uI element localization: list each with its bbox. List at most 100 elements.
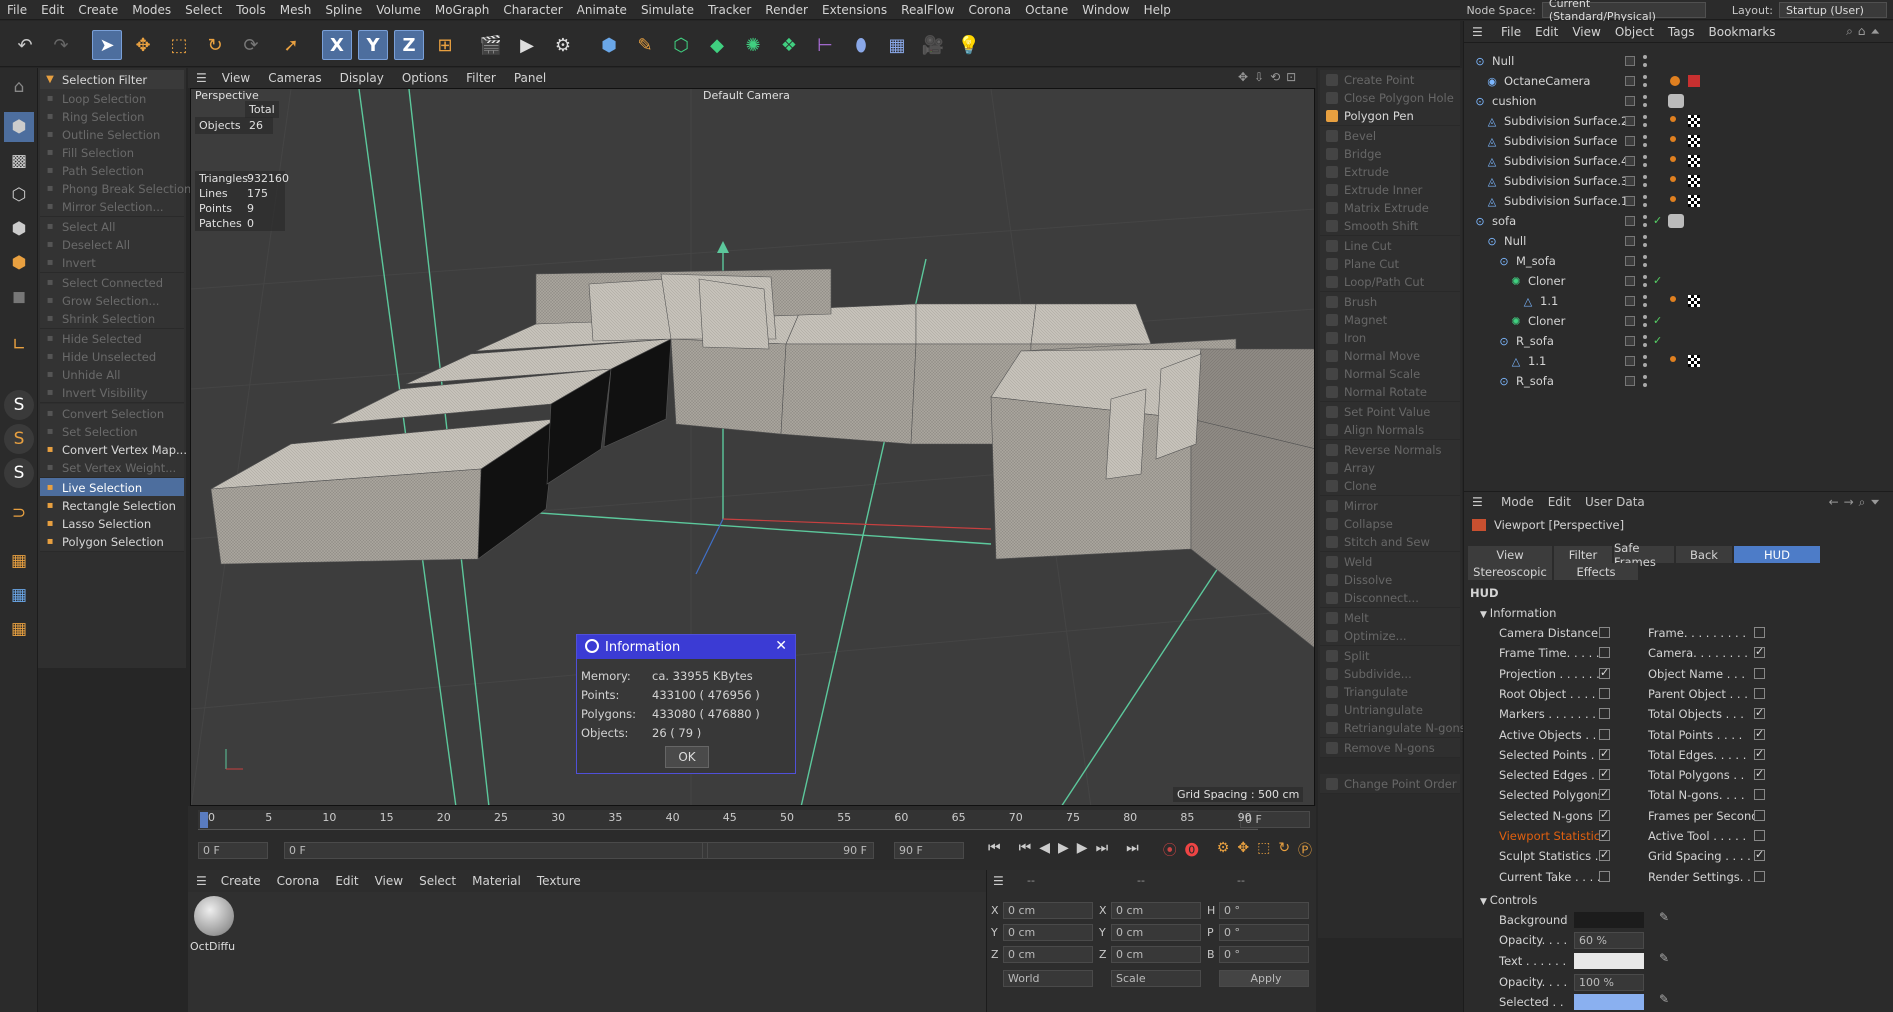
selected-eyedropper-icon[interactable]: ✎ bbox=[1659, 992, 1669, 1006]
view-menu-filter[interactable]: Filter bbox=[457, 71, 505, 85]
hud-checkbox[interactable] bbox=[1599, 808, 1610, 821]
menu-help[interactable]: Help bbox=[1137, 3, 1178, 17]
menu-select[interactable]: Select bbox=[178, 3, 229, 17]
controls-group[interactable]: ▼ Controls bbox=[1480, 893, 1537, 907]
material-thumbnail[interactable] bbox=[194, 896, 234, 936]
hud-checkbox[interactable] bbox=[1599, 767, 1610, 781]
visibility-toggle[interactable] bbox=[1625, 76, 1635, 86]
visibility-toggle[interactable] bbox=[1625, 376, 1635, 386]
object-name[interactable]: Subdivision Surface.2 bbox=[1504, 114, 1628, 128]
record-icon[interactable]: ⦿ bbox=[1163, 840, 1177, 860]
render-tag[interactable] bbox=[1688, 75, 1700, 87]
material-tag[interactable] bbox=[1688, 175, 1700, 187]
visibility-toggle[interactable] bbox=[1625, 256, 1635, 266]
render-visibility-dot[interactable] bbox=[1643, 283, 1647, 287]
view-menu-view[interactable]: View bbox=[213, 71, 259, 85]
mat-hamburger-icon[interactable]: ☰ bbox=[188, 874, 213, 888]
obj-menu-edit[interactable]: Edit bbox=[1528, 25, 1565, 39]
light-icon[interactable]: 💡 bbox=[954, 30, 984, 60]
tab-effects[interactable]: Effects bbox=[1554, 563, 1638, 580]
hud-checkbox[interactable] bbox=[1599, 828, 1610, 841]
object-row[interactable]: ⊙ Null bbox=[1464, 231, 1893, 251]
menu-mesh[interactable]: Mesh bbox=[273, 3, 319, 17]
object-name[interactable]: Cloner bbox=[1528, 274, 1565, 288]
editor-visibility-dot[interactable] bbox=[1643, 375, 1647, 379]
attr-nav-icons[interactable]: ←→⌕⏷ bbox=[1829, 495, 1885, 510]
hud-checkbox[interactable] bbox=[1599, 647, 1610, 659]
render-visibility-dot[interactable] bbox=[1643, 223, 1647, 227]
tool-polygon-pen[interactable]: Polygon Pen bbox=[1320, 106, 1460, 126]
next-frame-icon[interactable]: ▶ bbox=[1077, 840, 1088, 860]
hamburger-icon[interactable]: ☰ bbox=[188, 71, 213, 85]
floor-icon[interactable]: ▦ bbox=[882, 30, 912, 60]
editor-visibility-dot[interactable] bbox=[1643, 315, 1647, 319]
material-tag[interactable] bbox=[1668, 214, 1684, 228]
go-start-icon[interactable]: ⏮ bbox=[988, 840, 1001, 860]
phong-tag[interactable] bbox=[1670, 136, 1676, 142]
hud-checkbox[interactable] bbox=[1754, 870, 1765, 882]
mat-menu-texture[interactable]: Texture bbox=[529, 874, 589, 888]
workplane-grid-icon[interactable]: ▦ bbox=[4, 546, 34, 576]
object-row[interactable]: ◬ Subdivision Surface.3 bbox=[1464, 171, 1893, 191]
axis-mode-icon[interactable]: ∟ bbox=[4, 330, 34, 360]
auto-key-icon[interactable]: ⓿ bbox=[1185, 840, 1199, 860]
octane-camera-tag[interactable] bbox=[1670, 76, 1680, 86]
prev-key-icon[interactable]: ⏮ bbox=[1019, 840, 1032, 860]
attr-menu-mode[interactable]: Mode bbox=[1494, 495, 1541, 509]
scale-icon[interactable]: ⬚ bbox=[164, 30, 194, 60]
y-axis-icon[interactable]: Y bbox=[358, 30, 388, 60]
hud-checkbox[interactable] bbox=[1754, 830, 1765, 841]
object-name[interactable]: cushion bbox=[1492, 94, 1536, 108]
generator-icon[interactable]: ◆ bbox=[702, 30, 732, 60]
object-name[interactable]: 1.1 bbox=[1540, 294, 1558, 308]
object-row[interactable]: ◬ Subdivision Surface.1 bbox=[1464, 191, 1893, 211]
object-row[interactable]: ✺ Cloner ✓ bbox=[1464, 271, 1893, 291]
polygons-mode-icon[interactable]: ◼ bbox=[4, 282, 34, 312]
visibility-toggle[interactable] bbox=[1625, 196, 1635, 206]
object-name[interactable]: OctaneCamera bbox=[1504, 74, 1590, 88]
material-tag[interactable] bbox=[1688, 115, 1700, 127]
material-area[interactable]: OctDiffu bbox=[188, 892, 988, 1012]
mat-menu-corona[interactable]: Corona bbox=[269, 874, 328, 888]
object-row[interactable]: ◬ Subdivision Surface bbox=[1464, 131, 1893, 151]
recent-tool-icon[interactable]: ⟳ bbox=[236, 30, 266, 60]
menu-realflow[interactable]: RealFlow bbox=[894, 3, 961, 17]
editor-visibility-dot[interactable] bbox=[1643, 195, 1647, 199]
visibility-toggle[interactable] bbox=[1625, 176, 1635, 186]
hud-checkbox[interactable] bbox=[1599, 870, 1610, 882]
material-tag[interactable] bbox=[1688, 135, 1700, 147]
render-visibility-dot[interactable] bbox=[1643, 123, 1647, 127]
selection-filter[interactable]: ▼ Selection Filter bbox=[40, 70, 184, 90]
go-end-icon[interactable]: ⏭ bbox=[1126, 840, 1139, 860]
mograph-icon[interactable]: ❖ bbox=[774, 30, 804, 60]
menu-octane[interactable]: Octane bbox=[1018, 3, 1075, 17]
tab-safe-frames[interactable]: Safe Frames bbox=[1614, 541, 1674, 569]
size-x-field[interactable]: 0 cm bbox=[1111, 902, 1201, 919]
hud-checkbox[interactable] bbox=[1754, 667, 1765, 679]
editor-visibility-dot[interactable] bbox=[1643, 175, 1647, 179]
workplane-icon[interactable]: ⬡ bbox=[4, 180, 34, 210]
subdivision-icon[interactable]: ⬡ bbox=[666, 30, 696, 60]
editor-visibility-dot[interactable] bbox=[1643, 135, 1647, 139]
pos-x-field[interactable]: 0 cm bbox=[1003, 902, 1093, 919]
menu-file[interactable]: File bbox=[0, 3, 34, 17]
end-frame-field[interactable]: 90 F bbox=[894, 842, 964, 859]
bg-eyedropper-icon[interactable]: ✎ bbox=[1659, 910, 1669, 924]
pen-icon[interactable]: ✎ bbox=[630, 30, 660, 60]
obj-menu-bookmarks[interactable]: Bookmarks bbox=[1702, 25, 1783, 39]
next-key-icon[interactable]: ⏭ bbox=[1096, 840, 1109, 860]
mat-menu-view[interactable]: View bbox=[367, 874, 411, 888]
render-visibility-dot[interactable] bbox=[1643, 243, 1647, 247]
live-selection-icon[interactable]: ➤ bbox=[92, 30, 122, 60]
snap-settings-icon[interactable]: S bbox=[4, 424, 34, 454]
object-name[interactable]: 1.1 bbox=[1528, 354, 1546, 368]
editor-visibility-dot[interactable] bbox=[1643, 215, 1647, 219]
ok-button[interactable]: OK bbox=[665, 746, 709, 768]
tab-stereoscopic[interactable]: Stereoscopic bbox=[1468, 563, 1552, 580]
opacity-field-2[interactable]: 100 % bbox=[1574, 974, 1644, 991]
hud-checkbox[interactable] bbox=[1599, 787, 1610, 801]
menu-spline[interactable]: Spline bbox=[318, 3, 369, 17]
hud-checkbox[interactable] bbox=[1599, 708, 1610, 720]
sel-lasso-selection[interactable]: ▪ Lasso Selection bbox=[40, 514, 184, 534]
coordinate-system-icon[interactable]: ⊞ bbox=[430, 30, 460, 60]
